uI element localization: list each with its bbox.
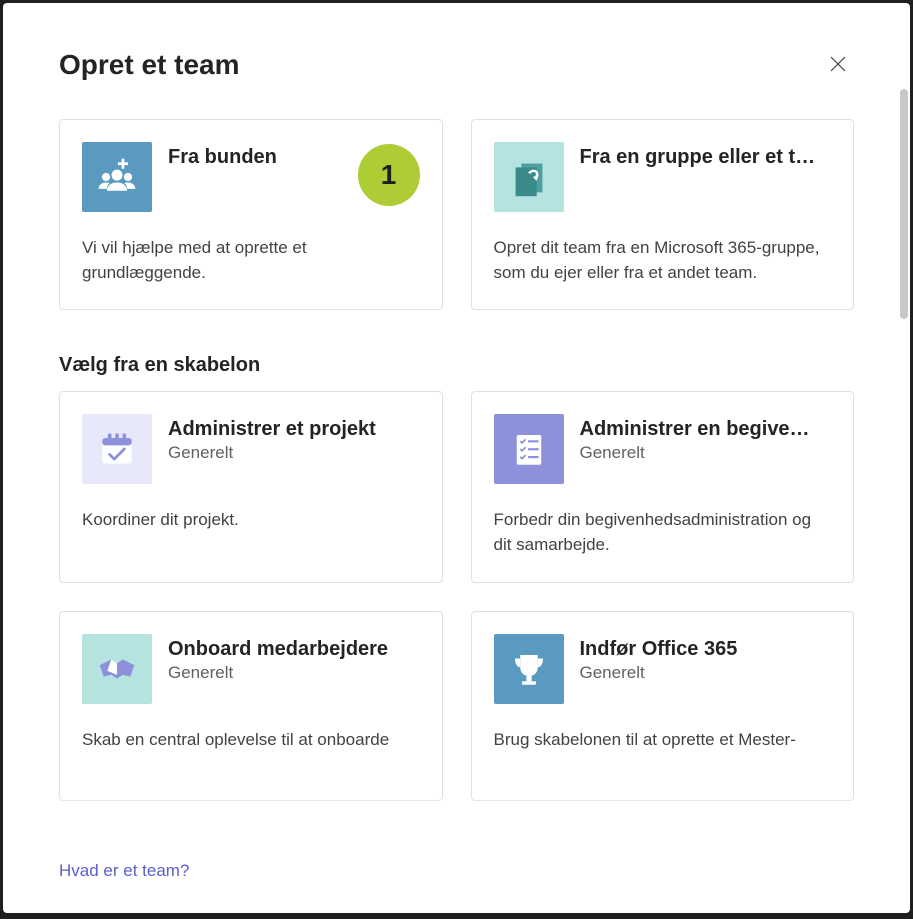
card-title: Administrer et projekt <box>168 418 420 441</box>
checklist-icon <box>494 414 564 484</box>
people-plus-icon <box>82 142 152 212</box>
template-manage-project[interactable]: Administrer et projekt Generelt Koordine… <box>59 391 443 582</box>
card-description: Skab en central oplevelse til at onboard… <box>82 728 420 753</box>
template-onboard-employees[interactable]: Onboard medarbejdere Generelt Skab en ce… <box>59 611 443 801</box>
scrollbar-thumb[interactable] <box>900 89 908 319</box>
card-title: Onboard medarbejdere <box>168 638 420 661</box>
card-subtitle: Generelt <box>580 663 832 683</box>
card-description: Forbedr din begivenhedsadministration og… <box>494 508 832 557</box>
card-subtitle: Generelt <box>580 443 832 463</box>
template-grid: Administrer et projekt Generelt Koordine… <box>59 391 854 800</box>
card-description: Opret dit team fra en Microsoft 365-grup… <box>494 236 832 285</box>
option-from-group[interactable]: Fra en gruppe eller et t… Opret dit team… <box>471 119 855 310</box>
template-manage-event[interactable]: Administrer en begive… Generelt Forbedr … <box>471 391 855 582</box>
card-title: Administrer en begive… <box>580 418 832 441</box>
close-icon <box>830 56 846 75</box>
dialog-title: Opret et team <box>59 49 240 81</box>
card-description: Brug skabelonen til at oprette et Mester… <box>494 728 832 753</box>
card-subtitle: Generelt <box>168 443 420 463</box>
dialog-footer: Hvad er et team? <box>3 843 910 913</box>
card-description: Vi vil hjælpe med at oprette et grundlæg… <box>82 236 420 285</box>
template-adopt-office365[interactable]: Indfør Office 365 Generelt Brug skabelon… <box>471 611 855 801</box>
create-team-dialog: Opret et team <box>3 3 910 913</box>
template-section-heading: Vælg fra en skabelon <box>59 354 854 377</box>
import-group-icon <box>494 142 564 212</box>
card-subtitle: Generelt <box>168 663 420 683</box>
card-description: Koordiner dit projekt. <box>82 508 420 533</box>
dialog-header: Opret et team <box>3 3 910 105</box>
card-title: Indfør Office 365 <box>580 638 832 661</box>
dialog-body: Fra bunden 1 Vi vil hjælpe med at oprett… <box>3 105 910 843</box>
close-button[interactable] <box>822 49 854 81</box>
what-is-team-link[interactable]: Hvad er et team? <box>59 861 189 880</box>
trophy-icon <box>494 634 564 704</box>
option-from-scratch[interactable]: Fra bunden 1 Vi vil hjælpe med at oprett… <box>59 119 443 310</box>
handshake-icon <box>82 634 152 704</box>
step-badge: 1 <box>358 144 420 206</box>
top-options-grid: Fra bunden 1 Vi vil hjælpe med at oprett… <box>59 119 854 310</box>
calendar-check-icon <box>82 414 152 484</box>
card-title: Fra en gruppe eller et t… <box>580 146 832 169</box>
